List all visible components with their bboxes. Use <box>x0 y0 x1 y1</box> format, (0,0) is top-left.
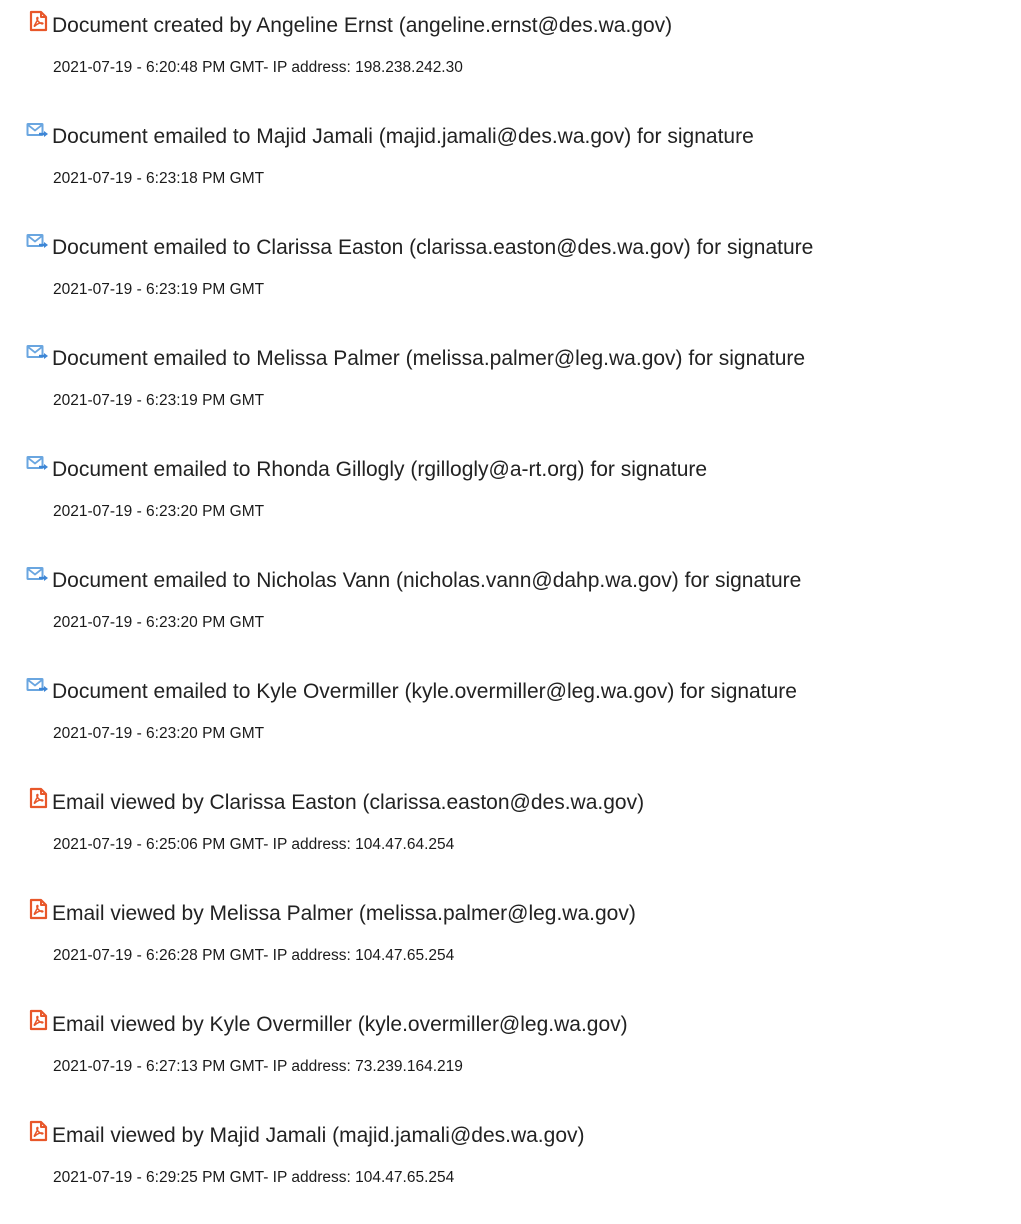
event-timestamp: 2021-07-19 - 6:23:18 PM GMT <box>53 170 265 187</box>
event-description: Document emailed to Melissa Palmer (meli… <box>52 347 806 370</box>
audit-entry: Document emailed to Majid Jamali (majid.… <box>0 111 1021 201</box>
event-timestamp: 2021-07-19 - 6:27:13 PM GMT- IP address:… <box>53 1058 463 1075</box>
event-timestamp: 2021-07-19 - 6:23:19 PM GMT <box>53 281 265 298</box>
event-description: Email viewed by Clarissa Easton (clariss… <box>52 791 645 814</box>
email-forward-icon <box>26 231 50 255</box>
event-timestamp: 2021-07-19 - 6:23:20 PM GMT <box>53 725 265 742</box>
audit-entry: Email viewed by Kyle Overmiller (kyle.ov… <box>0 999 1021 1089</box>
email-forward-icon <box>26 120 50 144</box>
audit-entry: Document emailed to Rhonda Gillogly (rgi… <box>0 444 1021 534</box>
acrobat-document-icon <box>26 9 50 33</box>
audit-entry: Document emailed to Nicholas Vann (nicho… <box>0 555 1021 645</box>
event-description: Document emailed to Rhonda Gillogly (rgi… <box>52 458 708 481</box>
acrobat-document-icon <box>26 786 50 810</box>
event-timestamp: 2021-07-19 - 6:29:25 PM GMT- IP address:… <box>53 1169 455 1186</box>
event-timestamp: 2021-07-19 - 6:23:20 PM GMT <box>53 503 265 520</box>
email-forward-icon <box>26 564 50 588</box>
audit-entry: Email viewed by Melissa Palmer (melissa.… <box>0 888 1021 978</box>
event-timestamp: 2021-07-19 - 6:25:06 PM GMT- IP address:… <box>53 836 455 853</box>
acrobat-document-icon <box>26 1008 50 1032</box>
event-description: Email viewed by Majid Jamali (majid.jama… <box>52 1124 585 1147</box>
event-description: Document emailed to Clarissa Easton (cla… <box>52 236 814 259</box>
audit-entry: Document emailed to Clarissa Easton (cla… <box>0 222 1021 312</box>
event-description: Email viewed by Kyle Overmiller (kyle.ov… <box>52 1013 628 1036</box>
acrobat-document-icon <box>26 897 50 921</box>
audit-entry: Email viewed by Majid Jamali (majid.jama… <box>0 1110 1021 1200</box>
audit-entry: Document emailed to Kyle Overmiller (kyl… <box>0 666 1021 756</box>
event-description: Document created by Angeline Ernst (ange… <box>52 14 673 37</box>
email-forward-icon <box>26 675 50 699</box>
event-timestamp: 2021-07-19 - 6:23:20 PM GMT <box>53 614 265 631</box>
event-description: Document emailed to Nicholas Vann (nicho… <box>52 569 802 592</box>
event-timestamp: 2021-07-19 - 6:26:28 PM GMT- IP address:… <box>53 947 455 964</box>
event-timestamp: 2021-07-19 - 6:20:48 PM GMT- IP address:… <box>53 59 463 76</box>
event-description: Document emailed to Kyle Overmiller (kyl… <box>52 680 797 703</box>
event-timestamp: 2021-07-19 - 6:23:19 PM GMT <box>53 392 265 409</box>
event-description: Email viewed by Melissa Palmer (melissa.… <box>52 902 636 925</box>
audit-entry: Document created by Angeline Ernst (ange… <box>0 0 1021 90</box>
email-forward-icon <box>26 453 50 477</box>
acrobat-document-icon <box>26 1119 50 1143</box>
email-forward-icon <box>26 342 50 366</box>
event-description: Document emailed to Majid Jamali (majid.… <box>52 125 754 148</box>
audit-entry: Document emailed to Melissa Palmer (meli… <box>0 333 1021 423</box>
audit-entry: Email viewed by Clarissa Easton (clariss… <box>0 777 1021 867</box>
